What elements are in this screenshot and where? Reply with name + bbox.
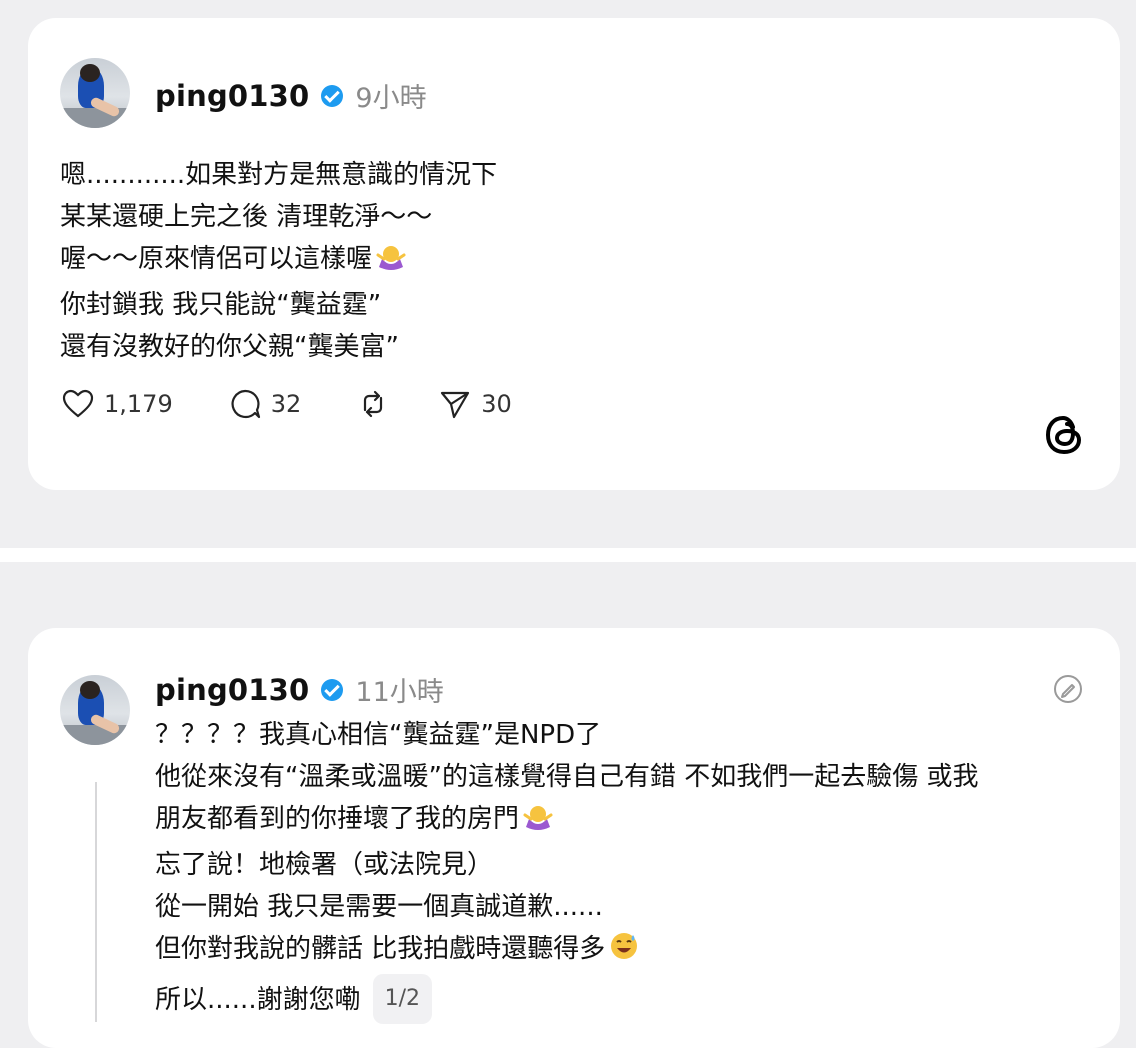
post-line-with-emoji: 但你對我說的髒話 比我拍戲時還聽得多 <box>155 928 978 974</box>
page-indicator[interactable]: 1/2 <box>372 974 432 1024</box>
sweat-smile-emoji-icon <box>609 931 639 974</box>
repost-button[interactable] <box>357 388 389 420</box>
post-header: ping0130 11小時 <box>155 670 444 709</box>
like-count: 1,179 <box>104 390 173 418</box>
post-line-with-badge: 所以......謝謝您嘞 1/2 <box>155 974 978 1024</box>
avatar[interactable] <box>60 58 130 128</box>
verified-badge-icon <box>321 678 344 701</box>
post-line: 但你對我說的髒話 比我拍戲時還聽得多 <box>155 934 606 964</box>
post-time: 11小時 <box>355 677 444 708</box>
edited-indicator-icon[interactable] <box>1052 673 1084 709</box>
post-line-with-emoji: 喔～～原來情侶可以這樣喔 <box>60 238 497 284</box>
post-line: 所以......謝謝您嘞 <box>155 985 361 1015</box>
post-line-with-emoji: 朋友都看到的你捶壞了我的房門 <box>155 798 978 844</box>
post-line: 還有沒教好的你父親“龔美富” <box>60 332 399 362</box>
post-line: 嗯............如果對方是無意識的情況下 <box>60 160 498 190</box>
post-time: 9小時 <box>355 83 427 114</box>
like-button[interactable]: 1,179 <box>62 389 173 419</box>
avatar[interactable] <box>60 675 130 745</box>
post-text: 嗯............如果對方是無意識的情況下 某某還硬上完之後 清理乾淨～… <box>60 154 497 368</box>
action-bar: 1,179 32 30 <box>62 388 568 420</box>
post-header: ping0130 9小時 <box>155 76 427 115</box>
post-line: 喔～～原來情侶可以這樣喔 <box>60 244 373 274</box>
post-line: 某某還硬上完之後 清理乾淨～～ <box>60 202 433 232</box>
shrug-emoji-icon <box>523 802 553 844</box>
post-line: 朋友都看到的你捶壞了我的房門 <box>155 804 520 834</box>
feed-separator <box>0 548 1136 562</box>
post-text: ？？？？我真心相信“龔益霆”是NPD了 他從來沒有“溫柔或溫暖”的這樣覺得自己有… <box>155 714 978 1024</box>
comment-count: 32 <box>270 390 302 418</box>
share-button[interactable]: 30 <box>439 389 512 419</box>
verified-badge-icon <box>321 84 344 107</box>
heart-icon <box>62 389 94 418</box>
username[interactable]: ping0130 <box>155 673 309 707</box>
send-icon <box>441 391 470 419</box>
threads-logo-icon <box>1043 413 1085 461</box>
post-line: 忘了說！地檢署（或法院見） <box>155 850 494 880</box>
repost-icon <box>364 390 383 418</box>
username[interactable]: ping0130 <box>155 79 309 113</box>
thread-line <box>95 782 97 1022</box>
shrug-emoji-icon <box>376 242 406 284</box>
share-count: 30 <box>481 390 512 418</box>
post-line: 你封鎖我 我只能說“龔益霆” <box>60 290 382 320</box>
post-line: 他從來沒有“溫柔或溫暖”的這樣覺得自己有錯 不如我們一起去驗傷 或我 <box>155 762 979 792</box>
post-line: 從一開始 我只是需要一個真誠道歉...... <box>155 892 603 922</box>
post-line: ？？？？我真心相信“龔益霆”是NPD了 <box>155 720 602 750</box>
comment-bubble-icon <box>231 389 260 419</box>
comment-button[interactable]: 32 <box>229 388 302 420</box>
